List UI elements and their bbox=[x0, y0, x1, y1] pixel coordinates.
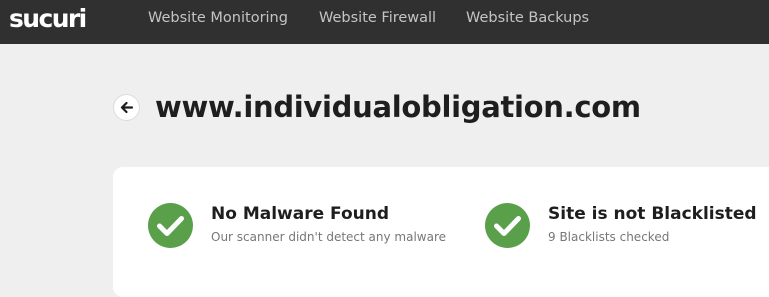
page-title-site-url: www.individualobligation.com bbox=[155, 90, 641, 124]
back-button[interactable] bbox=[114, 95, 139, 120]
check-circle-icon bbox=[148, 203, 193, 248]
blacklist-status-title: Site is not Blacklisted bbox=[548, 204, 757, 224]
nav-website-firewall[interactable]: Website Firewall bbox=[319, 0, 436, 36]
blacklist-status-description: 9 Blacklists checked bbox=[548, 230, 670, 244]
nav-website-monitoring[interactable]: Website Monitoring bbox=[148, 0, 288, 36]
arrow-left-icon bbox=[120, 101, 134, 114]
nav-website-backups[interactable]: Website Backups bbox=[466, 0, 589, 36]
malware-status-description: Our scanner didn't detect any malware bbox=[211, 230, 447, 244]
sucuri-logo[interactable]: sucuri bbox=[9, 5, 87, 33]
check-circle-icon bbox=[485, 203, 530, 248]
malware-status-title: No Malware Found bbox=[211, 204, 390, 224]
top-navigation-bar: sucuri Website Monitoring Website Firewa… bbox=[0, 0, 769, 44]
